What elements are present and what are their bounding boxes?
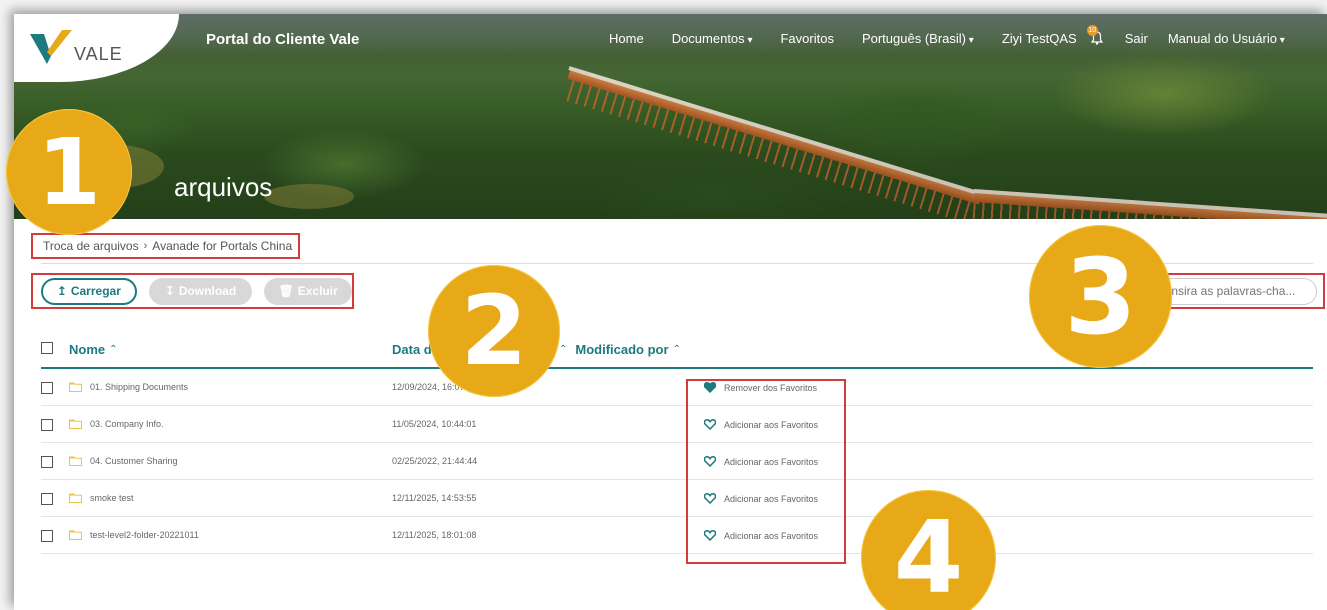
select-all-checkbox[interactable] [41,342,53,354]
top-navigation: Home Documentos Favoritos Português (Bra… [609,25,1313,48]
select-all-header [41,342,53,354]
row-name[interactable]: 04. Customer Sharing [90,456,178,466]
row-name-cell[interactable]: smoke test [69,493,134,503]
row-checkbox[interactable] [41,530,53,542]
breadcrumb: Troca de arquivos › Avanade for Portals … [31,233,301,259]
nav-language[interactable]: Português (Brasil) [862,31,974,48]
row-date: 12/11/2025, 14:53:55 [392,493,477,503]
upload-button[interactable]: ↥ Carregar [41,277,137,305]
action-toolbar: ↥ Carregar ↧ Download 🗑 Excluir [31,273,354,309]
row-date: 12/11/2025, 18:01:08 [392,530,477,540]
row-date-cell: 02/25/2022, 21:44:44 [392,456,477,466]
delete-label: Excluir [297,284,338,298]
nav-manual[interactable]: Manual do Usuário [1168,31,1285,48]
row-name[interactable]: 03. Company Info. [90,419,164,429]
breadcrumb-root[interactable]: Troca de arquivos [43,239,139,253]
row-select-cell [41,493,53,505]
nav-documentos[interactable]: Documentos [672,31,753,48]
upload-icon: ↥ [56,284,67,298]
nav-user[interactable]: Ziyi TestQAS [1002,31,1077,48]
callout-badge-1: 1 [6,109,132,235]
row-name-cell[interactable]: 03. Company Info. [69,419,164,429]
search-input[interactable] [1155,277,1317,305]
folder-icon [69,456,82,466]
row-select-cell [41,382,53,394]
favorites-highlight [686,379,846,564]
table-row[interactable]: 03. Company Info. 11/05/2024, 10:44:01 A… [41,406,1313,443]
row-name-cell[interactable]: 01. Shipping Documents [69,382,188,392]
callout-badge-3: 3 [1029,225,1172,368]
nav-favoritos[interactable]: Favoritos [780,31,833,48]
column-modified-by-label: Modificado por [575,342,669,357]
row-name[interactable]: test-level2-folder-20221011 [90,530,199,540]
search-area [1149,273,1325,309]
hero-banner: VALE Portal do Cliente Vale Home Documen… [14,14,1327,219]
delete-button[interactable]: 🗑 Excluir [264,277,352,305]
row-date-cell: 11/05/2024, 10:44:01 [392,419,476,429]
nav-home[interactable]: Home [609,31,644,48]
column-name[interactable]: Nome ⌃ [69,342,118,357]
column-modified-by[interactable]: ⌃ Modificado por ⌃ [559,342,681,357]
folder-icon [69,419,82,429]
notification-bell[interactable]: 10 [1086,25,1103,48]
folder-icon [69,493,82,503]
vale-logo-icon [30,30,72,64]
sort-arrow-icon: ⌃ [559,344,568,355]
row-name-cell[interactable]: 04. Customer Sharing [69,456,178,466]
row-date-cell: 12/11/2025, 18:01:08 [392,530,476,540]
download-button[interactable]: ↧ Download [148,277,253,305]
trash-icon: 🗑 [278,284,294,298]
row-checkbox[interactable] [41,456,53,468]
breadcrumb-current: Avanade for Portals China [152,239,293,253]
column-name-label: Nome [69,342,106,357]
portal-title[interactable]: Portal do Cliente Vale [206,31,359,48]
notification-count: 10 [1086,25,1098,36]
row-date: 02/25/2022, 21:44:44 [392,456,478,466]
sort-arrow-icon: ⌃ [672,344,681,355]
upload-label: Carregar [70,284,121,298]
row-name[interactable]: 01. Shipping Documents [90,382,188,392]
table-row[interactable]: 01. Shipping Documents 12/09/2024, 16:07… [41,369,1313,406]
row-name-cell[interactable]: test-level2-folder-20221011 [69,530,199,540]
page-heading: arquivos [174,172,273,202]
row-date-cell: 12/11/2025, 14:53:55 [392,493,476,503]
row-checkbox[interactable] [41,382,53,394]
table-row[interactable]: smoke test 12/11/2025, 14:53:55 Adiciona… [41,480,1313,517]
row-checkbox[interactable] [41,493,53,505]
nav-logout[interactable]: Sair [1125,31,1148,48]
callout-badge-2: 2 [428,265,560,397]
row-select-cell [41,456,53,468]
table-row[interactable]: test-level2-folder-20221011 12/11/2025, … [41,517,1313,554]
sort-arrow-icon: ⌃ [109,344,118,355]
folder-icon [69,382,82,392]
row-select-cell [41,530,53,542]
row-select-cell [41,419,53,431]
download-label: Download [178,284,237,298]
download-icon: ↧ [164,284,175,298]
table-row[interactable]: 04. Customer Sharing 02/25/2022, 21:44:4… [41,443,1313,480]
row-name[interactable]: smoke test [90,493,134,503]
logo-text: VALE [74,44,123,64]
row-date: 11/05/2024, 10:44:01 [392,419,477,429]
breadcrumb-separator: › [143,240,148,252]
page: VALE Portal do Cliente Vale Home Documen… [6,14,1327,610]
folder-icon [69,530,82,540]
row-checkbox[interactable] [41,419,53,431]
